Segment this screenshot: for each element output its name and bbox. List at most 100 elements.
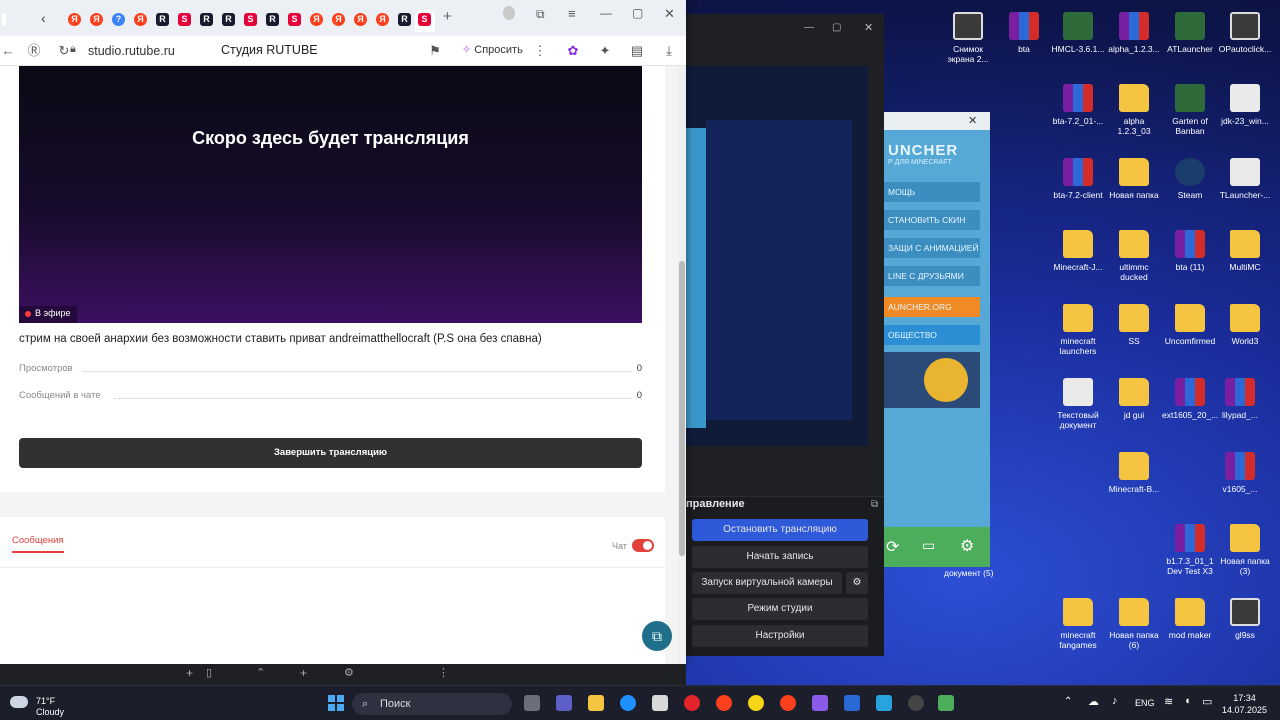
opera-icon[interactable] bbox=[684, 695, 700, 711]
download-icon[interactable]: ⤓ bbox=[661, 43, 677, 59]
rutube-tab-icon[interactable]: R bbox=[266, 13, 279, 26]
trash-icon[interactable]: ▯ bbox=[206, 666, 212, 679]
more-icon[interactable]: ⋮ bbox=[438, 666, 449, 679]
desktop-icon[interactable]: alpha 1.2.3_03 bbox=[1106, 84, 1162, 136]
wifi-icon[interactable]: ≋ bbox=[1164, 695, 1173, 708]
desktop-icon[interactable]: bta-7.2_01-... bbox=[1050, 84, 1106, 126]
back-icon[interactable]: ← bbox=[0, 43, 16, 59]
scrollbar[interactable] bbox=[678, 66, 686, 664]
tlauncher-menu-item[interactable]: ОБЩЕСТВО bbox=[884, 325, 980, 345]
settings-button[interactable]: Настройки bbox=[692, 625, 868, 647]
beeline-icon[interactable] bbox=[748, 695, 764, 711]
active-tab[interactable]: S bbox=[415, 10, 435, 32]
teams-icon[interactable] bbox=[556, 695, 572, 711]
desktop-icon[interactable]: MultiMC bbox=[1217, 230, 1273, 272]
stop-streaming-button[interactable]: Остановить трансляцию bbox=[692, 519, 868, 541]
tab-messages[interactable]: Сообщения bbox=[12, 535, 64, 553]
desktop-icon[interactable]: Текстовый документ bbox=[1050, 378, 1106, 430]
desktop-icon[interactable]: mod maker bbox=[1162, 598, 1218, 640]
collections-icon[interactable]: ⧉ bbox=[536, 7, 545, 22]
yandex-browser-icon[interactable] bbox=[780, 695, 796, 711]
microphone-icon[interactable]: ♪ bbox=[1112, 695, 1118, 707]
game-icon[interactable] bbox=[812, 695, 828, 711]
cloud-sync-icon[interactable]: ☁ bbox=[1088, 695, 1099, 708]
taskbar-search[interactable]: ⌕ Поиск bbox=[352, 693, 512, 715]
desktop-icon[interactable]: SS bbox=[1106, 304, 1162, 346]
tlauncher-icon[interactable] bbox=[876, 695, 892, 711]
desktop-icon[interactable]: v1605_... bbox=[1212, 452, 1268, 494]
start-virtual-camera-button[interactable]: Запуск виртуальной камеры bbox=[692, 572, 842, 594]
task-view-icon[interactable] bbox=[524, 695, 540, 711]
desktop-icon[interactable]: World3 bbox=[1217, 304, 1273, 346]
volume-icon[interactable]: ◖ bbox=[1184, 695, 1191, 707]
desktop-icon[interactable]: Новая папка (3) bbox=[1217, 524, 1273, 576]
yandex-tab-icon[interactable]: Я bbox=[310, 13, 323, 26]
start-recording-button[interactable]: Начать запись bbox=[692, 546, 868, 568]
yandex-tab-icon[interactable]: Я bbox=[68, 13, 81, 26]
desktop-icon[interactable]: Uncomfirmed bbox=[1162, 304, 1218, 346]
close-icon[interactable]: ✕ bbox=[864, 21, 873, 34]
bookmark-icon[interactable]: ⚑ bbox=[427, 43, 443, 59]
file-explorer-icon[interactable] bbox=[588, 695, 604, 711]
desktop-icon[interactable]: jd gui bbox=[1106, 378, 1162, 420]
desktop-icon[interactable]: bta (11) bbox=[1162, 230, 1218, 272]
obs-window[interactable]: — ▢ ✕ правление ⧉ Остановить трансляцию … bbox=[686, 14, 884, 656]
desktop-icon[interactable]: TLauncher-... bbox=[1217, 158, 1273, 200]
profile-icon[interactable] bbox=[503, 6, 515, 20]
desktop-icon[interactable]: ultimmc ducked bbox=[1106, 230, 1162, 282]
desktop-icon[interactable]: lilypad_... bbox=[1212, 378, 1268, 420]
rutube-tab-icon[interactable]: R bbox=[200, 13, 213, 26]
refresh-icon[interactable]: ⟳ bbox=[886, 537, 899, 557]
yandex-tab-icon[interactable]: Я bbox=[90, 13, 103, 26]
new-tab-icon[interactable]: + bbox=[443, 8, 452, 25]
puzzle-icon[interactable]: ✦ bbox=[597, 43, 613, 59]
yandex-icon[interactable] bbox=[716, 695, 732, 711]
desktop-icon[interactable]: Новая папка (6) bbox=[1106, 598, 1162, 650]
gear-icon[interactable]: ⚙ bbox=[846, 572, 868, 594]
chat-support-icon[interactable]: ⧉ bbox=[642, 621, 672, 651]
chevron-up-icon[interactable]: ⌃ bbox=[256, 666, 265, 679]
gear-icon[interactable]: ⚙ bbox=[960, 536, 974, 556]
desktop-icon[interactable]: ATLauncher bbox=[1162, 12, 1218, 54]
yandex-tab-icon[interactable]: Я bbox=[354, 13, 367, 26]
minecraft-icon[interactable] bbox=[938, 695, 954, 711]
studio-tab-icon[interactable]: S bbox=[288, 13, 301, 26]
desktop-icon[interactable]: ext1605_20_... bbox=[1162, 378, 1218, 420]
desktop-icon[interactable]: bta bbox=[996, 12, 1052, 54]
folder-icon[interactable]: ▭ bbox=[922, 537, 935, 554]
add-icon[interactable]: + bbox=[300, 666, 307, 680]
tab-active-edge[interactable] bbox=[2, 13, 6, 26]
stream-video[interactable]: Скоро здесь будет трансляция В эфире bbox=[19, 66, 642, 323]
desktop-icon[interactable]: alpha_1.2.3... bbox=[1106, 12, 1162, 54]
tlauncher-titlebar[interactable]: ✕ bbox=[884, 112, 990, 130]
chat-toggle[interactable] bbox=[632, 539, 654, 552]
end-stream-button[interactable]: Завершить трансляцию bbox=[19, 438, 642, 468]
start-icon[interactable] bbox=[328, 695, 344, 711]
gear-icon[interactable]: ⚙ bbox=[344, 666, 354, 679]
desktop-icon[interactable]: HMCL-3.6.1... bbox=[1050, 12, 1106, 54]
extension-icon[interactable]: ✿ bbox=[565, 43, 581, 59]
tlauncher-menu-item[interactable]: СТАНОВИТЬ СКИН bbox=[884, 210, 980, 230]
close-icon[interactable]: ✕ bbox=[664, 6, 675, 22]
tlauncher-menu-item[interactable]: МОЩЬ bbox=[884, 182, 980, 202]
browser-window[interactable]: ‹ Я Я ? Я R S R R S R S Я Я Я Я R S + ⧉ … bbox=[0, 0, 686, 664]
more-icon[interactable]: ⋮ bbox=[532, 43, 548, 59]
help-tab-icon[interactable]: ? bbox=[112, 13, 125, 26]
studio-tab-icon[interactable]: S bbox=[178, 13, 191, 26]
desktop-icon[interactable]: jdk-23_win... bbox=[1217, 84, 1273, 126]
close-icon[interactable]: ✕ bbox=[968, 114, 977, 127]
store-icon[interactable] bbox=[652, 695, 668, 711]
menu-icon[interactable]: ≡ bbox=[568, 6, 576, 21]
studio-tab-icon[interactable]: S bbox=[244, 13, 257, 26]
minimize-icon[interactable]: — bbox=[600, 6, 612, 20]
input-language[interactable]: ENG bbox=[1135, 698, 1155, 708]
reader-icon[interactable]: ▤ bbox=[629, 43, 645, 59]
studio-mode-button[interactable]: Режим студии bbox=[692, 598, 868, 620]
desktop-icon[interactable]: Minecraft-J... bbox=[1050, 230, 1106, 272]
desktop-icon[interactable]: Новая папка bbox=[1106, 158, 1162, 200]
desktop-icon[interactable]: Steam bbox=[1162, 158, 1218, 200]
rutube-tab-icon[interactable]: R bbox=[156, 13, 169, 26]
desktop-icon[interactable]: minecraft fangames bbox=[1050, 598, 1106, 650]
yandex-shield-icon[interactable]: Ⓡ bbox=[26, 43, 42, 59]
yandex-tab-icon[interactable]: Я bbox=[332, 13, 345, 26]
